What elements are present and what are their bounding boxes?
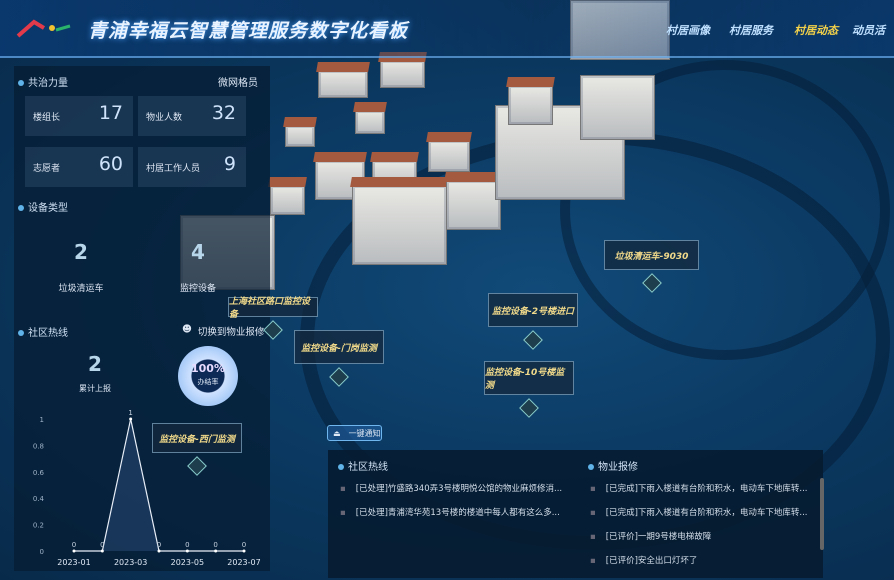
nav-tab-news[interactable]: 村居动态 bbox=[794, 22, 838, 38]
repair-item[interactable]: [已完成]下雨入楼道有台阶和积水，电动车下地库转... bbox=[590, 506, 808, 518]
map-device-tag[interactable]: 监控设备-西门监测 bbox=[152, 423, 242, 453]
data-label: 0 bbox=[213, 541, 217, 549]
switch-icon: ☻ bbox=[182, 324, 192, 335]
x-tick-label: 2023-05 bbox=[171, 558, 204, 567]
device-count: 2 bbox=[74, 240, 88, 264]
notify-icon: ⏏ bbox=[333, 428, 341, 438]
data-point bbox=[214, 549, 218, 553]
building bbox=[446, 180, 501, 230]
page-title: 青浦幸福云智慧管理服务数字化看板 bbox=[88, 20, 409, 42]
stat-card: 志愿者 60 bbox=[25, 147, 133, 187]
stat-card: 村居工作人员 9 bbox=[138, 147, 246, 187]
nav-tab-activity[interactable]: 动员活 bbox=[852, 22, 885, 38]
hotline-total-label: 累计上报 bbox=[79, 384, 111, 393]
data-label: 0 bbox=[185, 541, 189, 549]
data-label: 0 bbox=[100, 541, 104, 549]
notify-label: 一键通知 bbox=[348, 428, 381, 438]
switch-to-repair-button[interactable]: ☻ 切换到物业报修 bbox=[182, 324, 264, 338]
y-tick-label: 1 bbox=[40, 416, 44, 424]
stat-label: 物业人数 bbox=[146, 113, 183, 123]
repair-item[interactable]: [已评价]安全出口灯坏了 bbox=[590, 554, 698, 566]
data-point bbox=[100, 549, 104, 553]
header: 青浦幸福云智慧管理服务数字化看板 村居画像 村居服务 村居动态 动员活 bbox=[0, 0, 894, 58]
stat-value: 9 bbox=[223, 153, 236, 175]
y-tick-label: 0.6 bbox=[33, 469, 45, 477]
device-label: 监控设备 bbox=[179, 284, 216, 294]
section-title-gov: 共治力量 bbox=[18, 74, 68, 89]
building bbox=[580, 75, 655, 140]
hotline-total: 2 bbox=[88, 352, 102, 376]
map-device-tag[interactable]: 监控设备-2号楼进口 bbox=[488, 293, 578, 327]
data-point bbox=[185, 549, 189, 553]
stat-value: 17 bbox=[98, 102, 123, 124]
grid-staff-label: 微网格员 bbox=[218, 78, 258, 89]
x-tick-label: 2023-03 bbox=[114, 558, 147, 567]
building bbox=[508, 85, 553, 125]
y-tick-label: 0 bbox=[40, 548, 44, 556]
map-device-tag[interactable]: 上海社区路口监控设备 bbox=[228, 297, 318, 320]
repair-list-scrollbar[interactable] bbox=[820, 478, 824, 550]
hotline-item[interactable]: [已处理]青浦湾华苑13号楼的楼道中每人都有这么多... bbox=[340, 506, 560, 518]
stat-label: 村居工作人员 bbox=[146, 164, 201, 174]
stat-value: 32 bbox=[211, 102, 236, 124]
stat-label: 志愿者 bbox=[33, 164, 61, 174]
device-label: 垃圾清运车 bbox=[58, 284, 104, 294]
bottom-repair-title: 物业报修 bbox=[588, 458, 638, 473]
data-point bbox=[157, 549, 161, 553]
completion-ring: 100% 办结率 bbox=[178, 346, 238, 406]
map-device-tag[interactable]: 垃圾清运车-9030 bbox=[604, 240, 699, 270]
section-title-hotline: 社区热线 bbox=[18, 324, 68, 339]
y-tick-label: 0.4 bbox=[33, 495, 45, 503]
completion-rate: 100% bbox=[191, 362, 225, 375]
building bbox=[270, 185, 305, 215]
stat-label: 楼组长 bbox=[33, 113, 61, 123]
hotline-item[interactable]: [已处理]竹盛路340弄3号楼明悦公馆的物业麻烦修消... bbox=[340, 482, 562, 494]
repair-item[interactable]: [已完成]下雨入楼道有台阶和积水，电动车下地库转... bbox=[590, 482, 808, 494]
bottom-hotline-title: 社区热线 bbox=[338, 458, 388, 473]
building bbox=[285, 125, 315, 147]
data-label: 1 bbox=[128, 409, 132, 417]
building bbox=[355, 110, 385, 134]
map-device-tag[interactable]: 监控设备-10号楼监测 bbox=[484, 361, 574, 395]
data-label: 0 bbox=[242, 541, 246, 549]
building bbox=[352, 185, 447, 265]
y-tick-label: 0.2 bbox=[33, 522, 44, 530]
building bbox=[428, 140, 470, 172]
section-title-devices: 设备类型 bbox=[18, 199, 68, 214]
completion-label: 办结率 bbox=[197, 378, 219, 386]
building bbox=[318, 70, 368, 98]
stat-value: 60 bbox=[98, 153, 123, 175]
logo-icon bbox=[16, 19, 71, 38]
nav-tab-service[interactable]: 村居服务 bbox=[729, 22, 773, 38]
data-point bbox=[72, 549, 76, 553]
repair-item[interactable]: [已评价]一期9号楼电梯故障 bbox=[590, 530, 712, 542]
y-tick-label: 0.8 bbox=[33, 442, 44, 450]
nav-tab-profile[interactable]: 村居画像 bbox=[666, 22, 710, 38]
x-tick-label: 2023-01 bbox=[57, 558, 90, 567]
data-point bbox=[242, 549, 246, 553]
data-label: 0 bbox=[72, 541, 76, 549]
data-label: 0 bbox=[157, 541, 161, 549]
switch-label: 切换到物业报修 bbox=[197, 327, 265, 338]
data-point bbox=[129, 417, 133, 421]
building bbox=[380, 60, 425, 88]
x-tick-label: 2023-07 bbox=[227, 558, 260, 567]
map-device-tag[interactable]: 监控设备-门岗监测 bbox=[294, 330, 384, 364]
device-count: 4 bbox=[191, 240, 205, 264]
stat-card: 物业人数 32 bbox=[138, 96, 246, 136]
one-click-notify-button[interactable]: ⏏ 一键通知 bbox=[327, 425, 382, 441]
stat-card: 楼组长 17 bbox=[25, 96, 133, 136]
